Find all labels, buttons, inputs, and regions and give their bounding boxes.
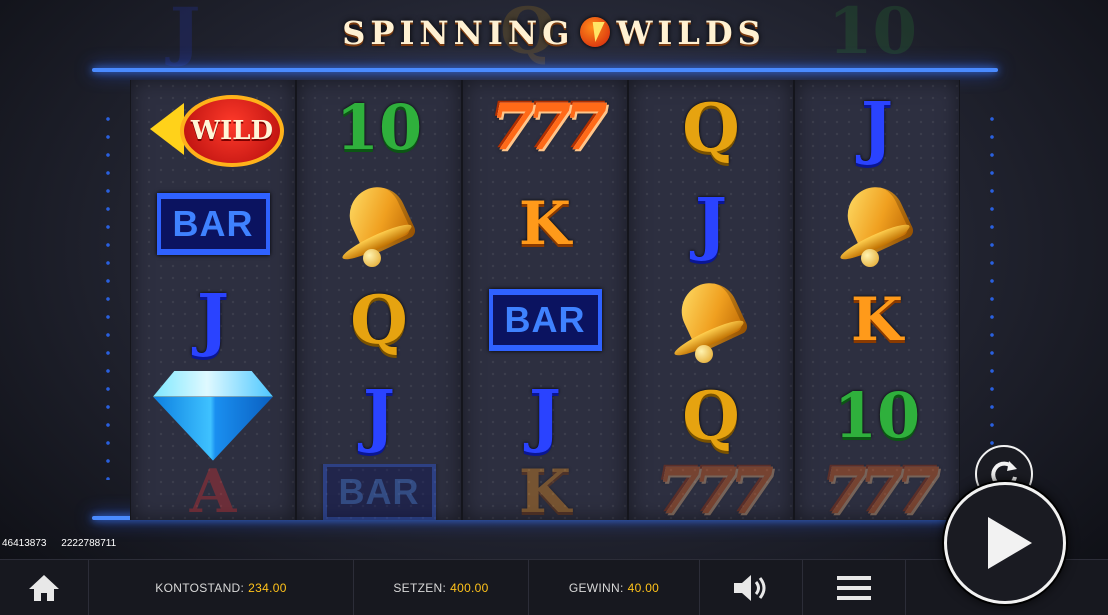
win-display: GEWINN: 40.00 bbox=[529, 560, 700, 615]
symbol-a: A bbox=[189, 463, 237, 520]
reel-cell bbox=[795, 176, 959, 272]
reel-3: 777 K BAR J K bbox=[462, 80, 628, 520]
symbol-j: J bbox=[362, 375, 396, 456]
lightning-logo-icon bbox=[580, 17, 611, 47]
symbol-10: 10 bbox=[335, 91, 423, 165]
bell-icon bbox=[661, 273, 761, 365]
session-id-right: 2222788711 bbox=[61, 538, 117, 549]
symbol-j: J bbox=[196, 279, 230, 360]
reel-cell-partial: 777 bbox=[629, 464, 793, 520]
reel-cell-partial: BAR bbox=[297, 463, 461, 520]
reel-cell-partial: K bbox=[463, 464, 627, 520]
seven-symbol: 777 bbox=[822, 463, 940, 520]
menu-button[interactable] bbox=[803, 560, 906, 615]
reel-cell bbox=[131, 368, 295, 464]
home-button[interactable] bbox=[0, 560, 89, 615]
reel-cell bbox=[629, 272, 793, 368]
reel-cell: Q bbox=[629, 368, 793, 464]
sound-button[interactable] bbox=[700, 560, 803, 615]
reel-cell: K bbox=[795, 272, 959, 368]
seven-symbol: 777 bbox=[490, 90, 608, 166]
wild-label: WILD bbox=[180, 94, 284, 167]
reel-cell: Q bbox=[629, 80, 793, 176]
right-dot-strip bbox=[988, 110, 996, 480]
neon-frame-top bbox=[92, 68, 998, 72]
bell-icon bbox=[329, 177, 429, 269]
win-label: GEWINN: bbox=[568, 580, 624, 595]
bell-clap bbox=[363, 248, 381, 267]
bar-symbol: BAR bbox=[322, 463, 436, 520]
diamond-icon bbox=[153, 370, 273, 461]
reel-cell-partial: 777 bbox=[795, 464, 959, 520]
title-spinning: SPINNING bbox=[342, 14, 575, 52]
left-dot-strip bbox=[104, 110, 112, 480]
reel-cell: J bbox=[131, 272, 295, 368]
reel-1: WILD BAR J A bbox=[130, 80, 296, 520]
bet-display[interactable]: SETZEN: 400.00 bbox=[354, 560, 529, 615]
diamond-top bbox=[153, 370, 273, 397]
bet-label: SETZEN: bbox=[393, 580, 447, 595]
hamburger-menu-icon bbox=[837, 575, 871, 600]
symbol-j: J bbox=[528, 375, 562, 456]
balance-display: KONTOSTAND: 234.00 bbox=[89, 560, 354, 615]
symbol-j: J bbox=[860, 87, 894, 168]
game-title: SPINNING WILDS bbox=[0, 14, 1108, 52]
symbol-j: J bbox=[694, 183, 728, 264]
symbol-q: Q bbox=[682, 88, 740, 167]
bell-icon bbox=[827, 177, 927, 269]
reel-cell: BAR bbox=[463, 272, 627, 368]
bell-clap bbox=[695, 344, 713, 363]
spin-button[interactable] bbox=[944, 482, 1066, 604]
bar-symbol: BAR bbox=[156, 192, 270, 255]
symbol-k: K bbox=[518, 463, 572, 520]
symbol-q: Q bbox=[682, 376, 740, 455]
title-wilds: WILDS bbox=[616, 14, 766, 52]
symbol-k: K bbox=[518, 188, 572, 259]
reel-5: J K 10 777 bbox=[794, 80, 960, 520]
reel-cell: J bbox=[463, 368, 627, 464]
reel-cell: J bbox=[297, 368, 461, 464]
symbol-k: K bbox=[850, 284, 904, 355]
win-value: 40.00 bbox=[627, 580, 660, 595]
wild-symbol: WILD bbox=[148, 83, 284, 173]
reel-grid: WILD BAR J A 10 Q J BAR 777 K BAR J K Q J Q 777 J K 10 777 bbox=[130, 80, 960, 520]
bell-clap bbox=[861, 248, 879, 267]
reel-cell: 10 bbox=[297, 80, 461, 176]
diamond-bottom bbox=[153, 396, 273, 461]
bar-symbol: BAR bbox=[488, 288, 602, 351]
speaker-icon bbox=[734, 574, 766, 601]
reel-cell: J bbox=[629, 176, 793, 272]
wild-arrow-icon bbox=[150, 102, 184, 155]
balance-label: KONTOSTAND: bbox=[155, 580, 245, 595]
reel-cell: 10 bbox=[795, 368, 959, 464]
reel-4: Q J Q 777 bbox=[628, 80, 794, 520]
bet-value: 400.00 bbox=[450, 580, 489, 595]
footer-bar: KONTOSTAND: 234.00 SETZEN: 400.00 GEWINN: 4… bbox=[0, 559, 1108, 615]
reel-cell: J bbox=[795, 80, 959, 176]
reel-cell: K bbox=[463, 176, 627, 272]
home-icon bbox=[29, 574, 59, 601]
reel-cell: 777 bbox=[463, 80, 627, 176]
session-ids: 46413873 2222788711 bbox=[2, 538, 128, 549]
reel-2: 10 Q J BAR bbox=[296, 80, 462, 520]
reel-cell: BAR bbox=[131, 176, 295, 272]
symbol-q: Q bbox=[350, 280, 408, 359]
session-id-left: 46413873 bbox=[2, 538, 47, 549]
reel-cell bbox=[297, 176, 461, 272]
seven-symbol: 777 bbox=[656, 463, 774, 520]
balance-value: 234.00 bbox=[248, 580, 287, 595]
reel-cell-partial: A bbox=[131, 464, 295, 520]
reel-cell: WILD bbox=[131, 80, 295, 176]
symbol-10: 10 bbox=[833, 379, 921, 453]
reel-cell: Q bbox=[297, 272, 461, 368]
